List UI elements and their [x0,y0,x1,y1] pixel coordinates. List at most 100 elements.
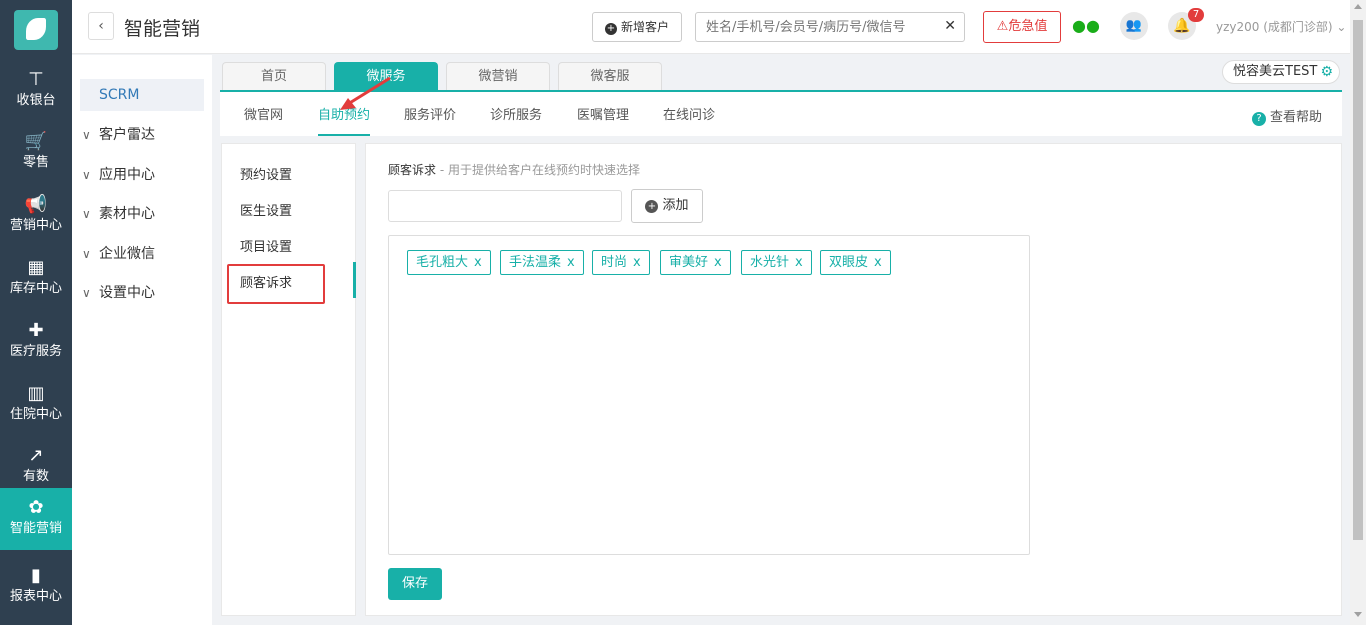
tab-micro-marketing[interactable]: 微营销 [446,62,550,90]
rail-item-label: 有数 [22,469,49,484]
sidebar-item-label: 应用中心 [99,167,155,183]
new-customer-label: 新增客户 [620,20,669,34]
warning-icon: ⚠ [996,19,1009,34]
tab-home[interactable]: 首页 [222,62,326,90]
tag-input[interactable] [388,190,622,222]
menu-item-label: 医生设置 [240,204,293,219]
rail-item-reports[interactable]: ▮ 报表中心 [0,556,72,618]
annotation-arrow [340,76,391,110]
plus-circle-icon: + [645,200,659,213]
rail-item-cashier[interactable]: ⊤ 收银台 [0,60,72,122]
scroll-down-icon[interactable] [1354,612,1362,617]
tag-label: 时尚 [601,255,628,270]
subtab-service-review[interactable]: 服务评价 [404,104,456,136]
page-scrollbar[interactable] [1350,0,1366,625]
rail-item-smart-marketing[interactable]: ✿ 智能营销 [0,488,72,550]
menu-item-booking-settings[interactable]: 预约设置 [240,164,292,183]
clinic-switcher[interactable]: 悦容美云TEST ⚙ [1222,60,1340,84]
rail-item-label: 零售 [22,155,49,170]
search-input[interactable] [696,13,926,41]
add-tag-button[interactable]: + 添加 [631,189,703,223]
remove-tag-icon[interactable]: x [874,255,882,270]
grid-icon: ▦ [27,257,45,278]
tag-item: 时尚 x [592,250,650,275]
cart-icon: 🛒 [24,131,48,152]
subtab-label: 诊所服务 [490,108,543,123]
subtab-online-consult[interactable]: 在线问诊 [663,104,715,136]
sidebar-item-label: 素材中心 [99,206,155,222]
section-title: 顾客诉求 - 用于提供给客户在线预约时快速选择 [388,161,640,178]
rail-item-inventory[interactable]: ▦ 库存中心 [0,248,72,310]
menu-item-doctor-settings[interactable]: 医生设置 [240,200,292,219]
add-label: 添加 [662,198,689,213]
subtab-medical-orders[interactable]: 医嘱管理 [577,104,629,136]
subtab-clinic-service[interactable]: 诊所服务 [490,104,542,136]
active-indicator [353,262,356,298]
subtab-label: 服务评价 [404,108,457,123]
remove-tag-icon[interactable]: x [633,255,641,270]
tag-item: 双眼皮 x [820,250,891,275]
sidebar-item-material-center[interactable]: ∨ 素材中心 [80,198,204,230]
critical-value-button[interactable]: ⚠危急值 [983,11,1061,43]
tab-micro-support[interactable]: 微客服 [558,62,662,90]
users-settings-icon[interactable]: 👥 [1120,12,1148,40]
tag-label: 审美好 [669,255,709,270]
sidebar-item-customer-radar[interactable]: ∨ 客户雷达 [80,119,204,151]
remove-tag-icon[interactable]: x [714,255,722,270]
sidebar-item-enterprise-wechat[interactable]: ∨ 企业微信 [80,238,204,270]
save-button[interactable]: 保存 [388,568,442,600]
sidebar-item-label: 客户雷达 [99,127,155,143]
subtab-label: 在线问诊 [663,108,716,123]
sidebar-item-label: 设置中心 [99,285,155,301]
tab-label: 首页 [260,69,287,84]
sidebar-item-scrm[interactable]: SCRM [80,79,204,111]
scroll-up-icon[interactable] [1354,4,1362,9]
settings-menu: 预约设置 医生设置 项目设置 顾客诉求 [221,143,356,616]
remove-tag-icon[interactable]: x [567,255,575,270]
chevron-left-icon: ‹ [98,18,104,34]
chevron-down-icon: ⌄ [1336,20,1347,34]
save-label: 保存 [401,576,428,591]
rail-item-label: 医疗服务 [9,344,62,359]
page-title: 智能营销 [124,18,201,40]
sidebar-item-settings-center[interactable]: ∨ 设置中心 [80,277,204,309]
sidebar-item-app-center[interactable]: ∨ 应用中心 [80,159,204,191]
customer-demands-panel: 顾客诉求 - 用于提供给客户在线预约时快速选择 + 添加 毛孔粗大 x 手法温柔 x … [365,143,1342,616]
rail-item-label: 营销中心 [9,218,62,233]
remove-tag-icon[interactable]: x [474,255,482,270]
annotation-highlight [227,264,325,304]
critical-value-label: 危急值 [1008,19,1048,34]
tag-item: 毛孔粗大 x [407,250,491,275]
remove-tag-icon[interactable]: x [795,255,803,270]
tag-item: 手法温柔 x [500,250,584,275]
rail-item-inpatient[interactable]: ▥ 住院中心 [0,374,72,436]
hospital-icon: ▥ [27,383,45,404]
clinic-name: 悦容美云TEST [1233,64,1318,79]
new-customer-button[interactable]: + 新增客户 [592,12,682,42]
clear-search-icon[interactable]: ✕ [944,18,956,34]
notification-badge: 7 [1188,8,1204,22]
rail-item-retail[interactable]: 🛒 零售 [0,122,72,184]
rail-item-medical[interactable]: ✚ 医疗服务 [0,311,72,373]
subtab-website[interactable]: 微官网 [244,104,283,136]
back-button[interactable]: ‹ [88,12,114,40]
top-header: ‹ 智能营销 +新增客户 ✕ ⚠危急值 ●● 👥 🔔 7 yzy200 (成都门… [72,0,1350,54]
section-title-text: 顾客诉求 [388,163,437,177]
rail-item-label: 报表中心 [9,589,62,604]
rail-item-marketing-center[interactable]: 📢 营销中心 [0,185,72,247]
subtab-label: 医嘱管理 [577,108,630,123]
sidebar-item-label: 企业微信 [99,246,155,262]
menu-item-project-settings[interactable]: 项目设置 [240,236,292,255]
help-link[interactable]: ? 查看帮助 [1251,106,1322,126]
gear-icon[interactable]: ⚙ [1320,61,1333,83]
user-menu[interactable]: yzy200 (成都门诊部) ⌄ [1216,18,1346,35]
rail-item-label: 库存中心 [9,281,62,296]
user-name: yzy200 (成都门诊部) [1216,20,1333,34]
scrollbar-thumb[interactable] [1353,20,1363,540]
tag-item: 审美好 x [660,250,731,275]
app-logo[interactable] [14,10,58,50]
sidebar-item-label: SCRM [99,87,140,103]
wechat-icon[interactable]: ●● [1072,16,1100,36]
chevron-down-icon: ∨ [82,286,91,300]
section-hint: - 用于提供给客户在线预约时快速选择 [436,163,640,177]
